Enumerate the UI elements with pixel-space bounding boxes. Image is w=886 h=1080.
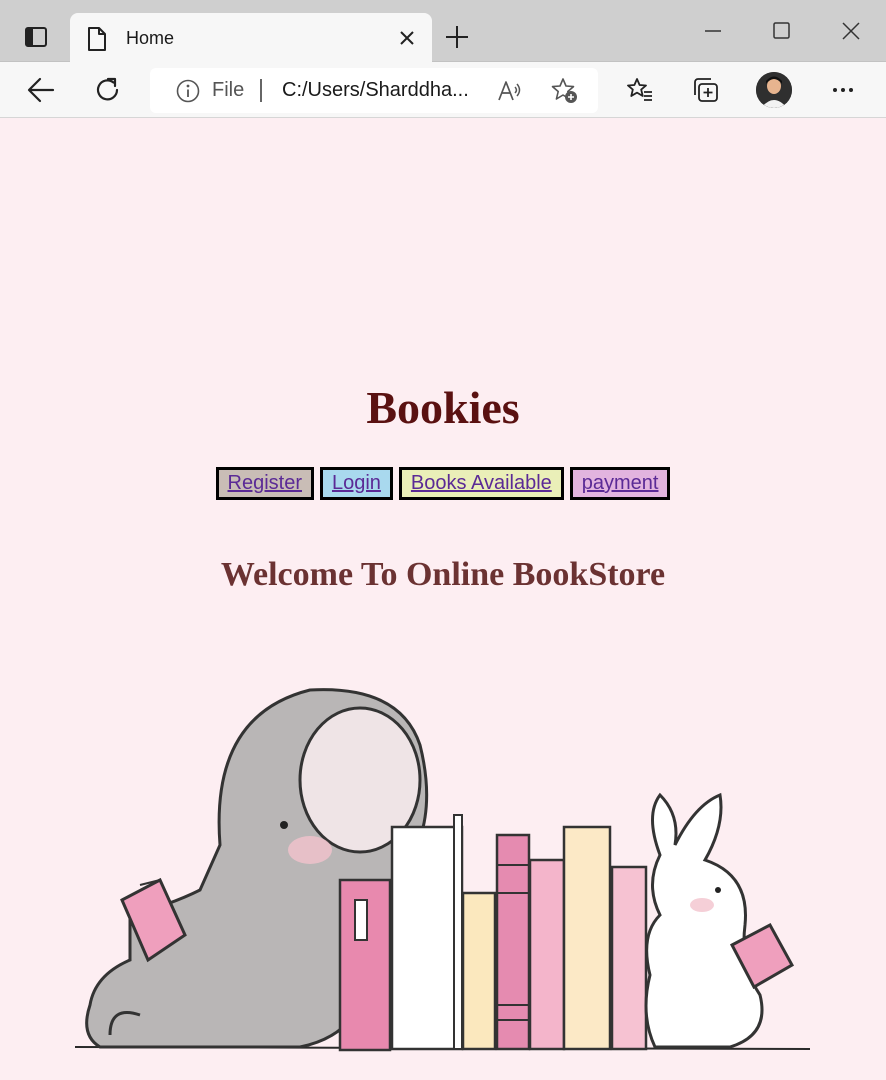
- register-link[interactable]: Register: [215, 467, 314, 500]
- page-content: Bookies Register Login Books Available p…: [0, 119, 886, 1080]
- tab-actions-icon[interactable]: [14, 16, 58, 60]
- address-bar[interactable]: File C:/Users/Sharddha...: [150, 68, 598, 113]
- read-aloud-icon[interactable]: [496, 78, 524, 109]
- welcome-heading: Welcome To Online BookStore: [220, 556, 666, 593]
- tab-home[interactable]: Home: [70, 13, 432, 63]
- page-icon: [86, 26, 108, 57]
- main-nav: Register Login Books Available payment: [0, 467, 886, 500]
- close-icon[interactable]: [398, 29, 416, 52]
- refresh-icon[interactable]: [94, 76, 122, 109]
- add-favorite-icon[interactable]: [550, 77, 580, 110]
- info-icon[interactable]: [176, 79, 200, 108]
- avatar[interactable]: [756, 72, 792, 108]
- url-text[interactable]: C:/Users/Sharddha...: [282, 79, 469, 102]
- site-title: Bookies: [366, 382, 520, 433]
- back-arrow-icon[interactable]: [26, 76, 56, 109]
- tab-bar: Home: [0, 0, 886, 63]
- minimize-icon[interactable]: [702, 20, 724, 47]
- more-icon[interactable]: [830, 76, 856, 109]
- plus-icon[interactable]: [444, 24, 470, 55]
- collections-icon[interactable]: [692, 76, 720, 109]
- scheme-label: File: [212, 79, 245, 101]
- maximize-icon[interactable]: [771, 20, 793, 47]
- payment-link[interactable]: payment: [569, 467, 671, 500]
- login-link[interactable]: Login: [319, 467, 393, 500]
- favorites-icon[interactable]: [626, 76, 654, 109]
- bunny-drawing: [644, 792, 795, 1049]
- tab-title: Home: [126, 28, 175, 48]
- address-divider: [260, 79, 262, 102]
- toolbar: File C:/Users/Sharddha...: [0, 62, 886, 118]
- reading-animals-illustration: [70, 675, 830, 1080]
- books-available-link[interactable]: Books Available: [398, 467, 564, 500]
- close-window-icon[interactable]: [840, 20, 862, 47]
